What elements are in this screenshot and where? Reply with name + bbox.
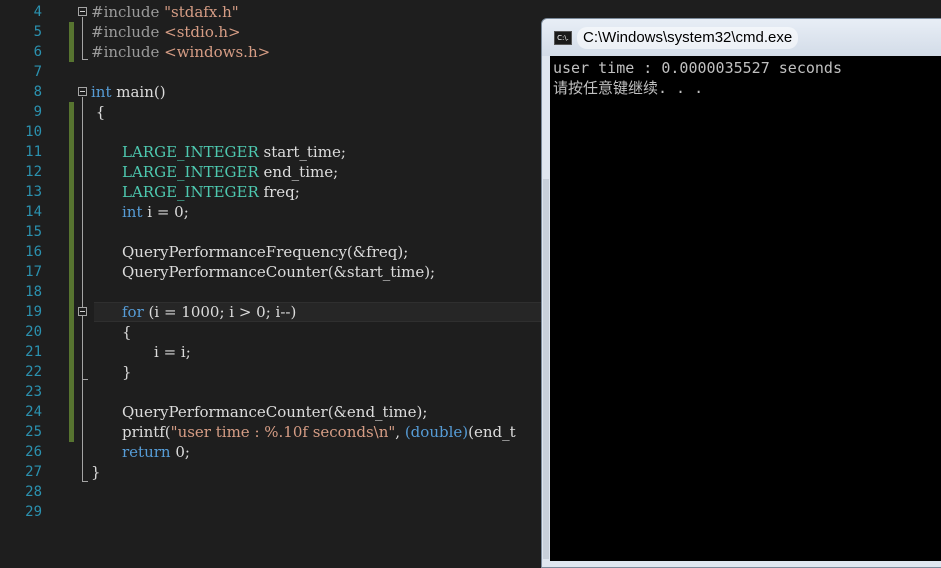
keyword: for: [122, 303, 144, 321]
line-number: 11: [25, 144, 42, 160]
change-indicator: [69, 22, 74, 62]
collapse-icon[interactable]: [78, 307, 87, 316]
code-line: #include "stdafx.h": [91, 2, 239, 22]
keyword: return: [122, 443, 171, 461]
code-text: i = 0;: [142, 203, 189, 221]
code-line: LARGE_INTEGER start_time;: [122, 142, 346, 162]
line-number: 7: [33, 64, 42, 80]
line-number: 21: [25, 344, 42, 360]
type-name: LARGE_INTEGER: [122, 163, 259, 181]
code-line: }: [91, 463, 101, 481]
line-number: 20: [25, 324, 42, 340]
line-number: 4: [33, 4, 42, 20]
code-area[interactable]: #include "stdafx.h" #include <stdio.h> #…: [91, 0, 543, 565]
console-title: C:\Windows\system32\cmd.exe: [577, 27, 799, 49]
console-output[interactable]: user time : 0.0000035527 seconds 请按任意键继续…: [550, 56, 941, 561]
type-name: LARGE_INTEGER: [122, 183, 259, 201]
line-number: 5: [33, 24, 42, 40]
line-number: 17: [25, 264, 42, 280]
line-number: 23: [25, 384, 42, 400]
line-number: 18: [25, 284, 42, 300]
console-output-line: user time : 0.0000035527 seconds: [553, 59, 842, 77]
code-line: {: [122, 323, 132, 341]
console-window[interactable]: C:\. C:\Windows\system32\cmd.exe user ti…: [541, 18, 941, 568]
line-number: 16: [25, 244, 42, 260]
keyword: int: [122, 203, 143, 221]
code-text: main(): [111, 83, 166, 101]
code-line: int i = 0;: [122, 202, 189, 222]
code-line: QueryPerformanceFrequency(&freq);: [122, 243, 409, 261]
code-line: for (i = 1000; i > 0; i--): [122, 302, 296, 322]
line-number: 27: [25, 464, 42, 480]
line-number: 15: [25, 224, 42, 240]
string-literal: "user time : %.10f seconds\n": [170, 423, 396, 441]
change-indicator: [69, 102, 74, 442]
code-text: freq;: [258, 183, 300, 201]
line-number: 26: [25, 444, 42, 460]
include-path: <windows.h>: [164, 43, 271, 61]
code-line: i = i;: [154, 343, 191, 361]
include-path: <stdio.h>: [164, 23, 241, 41]
line-number: 13: [25, 184, 42, 200]
code-line: int main(): [91, 82, 166, 102]
code-line: QueryPerformanceCounter(&end_time);: [122, 403, 428, 421]
code-line: #include <stdio.h>: [91, 22, 241, 42]
collapse-icon[interactable]: [78, 87, 87, 96]
console-output-line: 请按任意键继续. . .: [553, 79, 704, 97]
keyword: int: [91, 83, 112, 101]
console-title-bar[interactable]: C:\. C:\Windows\system32\cmd.exe: [542, 19, 941, 56]
console-icon: C:\.: [554, 31, 572, 45]
line-number: 28: [25, 484, 42, 500]
type-name: LARGE_INTEGER: [122, 143, 259, 161]
line-number: 29: [25, 504, 42, 520]
code-line: }: [122, 363, 132, 381]
code-line: QueryPerformanceCounter(&start_time);: [122, 263, 436, 281]
code-text: printf(: [122, 423, 171, 441]
code-line: #include <windows.h>: [91, 42, 270, 62]
line-number: 10: [25, 124, 42, 140]
code-line: LARGE_INTEGER freq;: [122, 182, 300, 202]
keyword: (double): [404, 423, 469, 441]
code-text: (end_t: [468, 423, 516, 441]
preprocessor: #include: [91, 43, 165, 61]
preprocessor: #include: [91, 3, 165, 21]
line-number: 24: [25, 404, 42, 420]
collapse-icon[interactable]: [78, 7, 87, 16]
code-line: return 0;: [122, 442, 190, 462]
line-number: 12: [25, 164, 42, 180]
line-number: 25: [25, 424, 42, 440]
line-number-gutter: 4 5 6 7 8 9 10 11 12 13 14 15 16 17 18 1…: [0, 0, 48, 565]
code-line: LARGE_INTEGER end_time;: [122, 162, 338, 182]
line-number: 9: [33, 104, 42, 120]
include-path: "stdafx.h": [164, 3, 239, 21]
line-number: 19: [25, 304, 42, 320]
code-text: end_time;: [258, 163, 339, 181]
code-text: 0;: [170, 443, 190, 461]
line-number: 6: [33, 44, 42, 60]
line-number: 22: [25, 364, 42, 380]
line-number: 14: [25, 204, 42, 220]
preprocessor: #include: [91, 23, 165, 41]
code-line: printf("user time : %.10f seconds\n", (d…: [122, 422, 516, 442]
code-text: ,: [395, 423, 405, 441]
line-number: 8: [33, 84, 42, 100]
code-text: start_time;: [258, 143, 346, 161]
code-text: (i = 1000; i > 0; i--): [143, 303, 297, 321]
window-border: [543, 179, 549, 559]
code-line: {: [91, 103, 106, 121]
